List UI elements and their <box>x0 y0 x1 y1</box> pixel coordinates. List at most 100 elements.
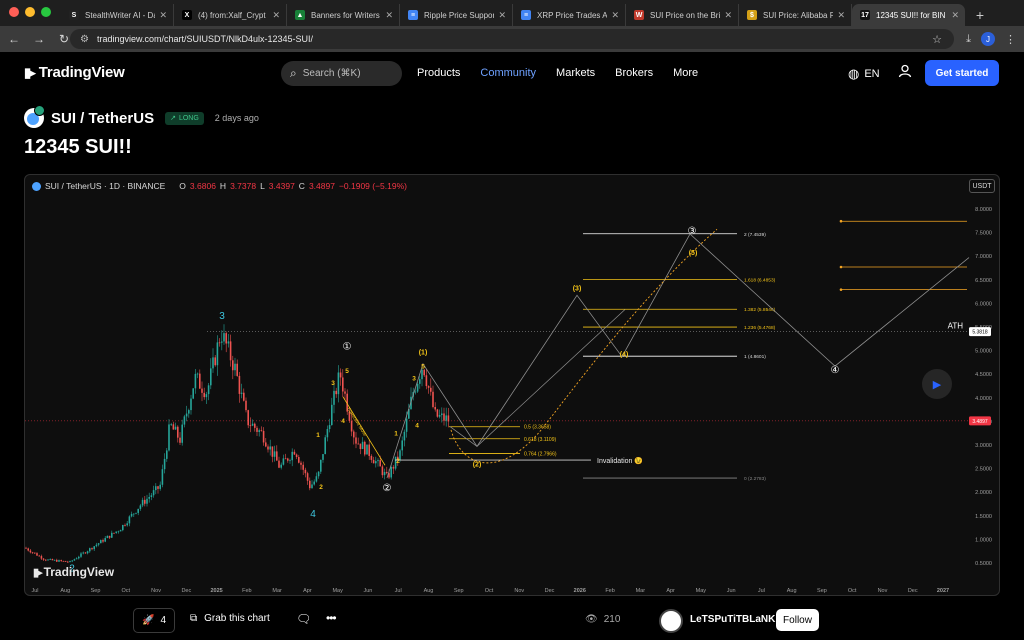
candle-body <box>414 391 417 393</box>
candle-body <box>185 413 188 417</box>
time-tick-label: Nov <box>514 588 524 594</box>
forward-icon[interactable]: → <box>28 28 50 50</box>
candle-body <box>427 386 430 388</box>
nav-item-community[interactable]: Community <box>480 67 536 79</box>
candle-body <box>221 341 223 343</box>
browser-tab[interactable]: ≡ Ripple Price Suppor ✕ <box>400 4 513 26</box>
candle-body <box>152 490 155 496</box>
ath-label: ATH <box>948 322 964 331</box>
nav-item-products[interactable]: Products <box>417 67 460 79</box>
candle-body <box>82 552 84 554</box>
candle-body <box>271 446 274 457</box>
nav-item-more[interactable]: More <box>673 67 698 79</box>
author-name[interactable]: LeTSPuTiTBLaNK <box>690 614 775 625</box>
currency-button[interactable]: USDT <box>969 179 995 193</box>
candle-body <box>117 531 120 533</box>
candle-body <box>379 460 381 467</box>
page: S StealthWriter AI - Da ✕ X (4) from:Xalf_Cr… <box>0 0 1024 640</box>
time-tick-label: Dec <box>908 588 918 594</box>
sui-usdt-icon[interactable] <box>24 105 45 128</box>
url-field[interactable]: ⚙ tradingview.com/chart/SUIUSDT/NlkD4ulx… <box>70 29 954 49</box>
nav-item-markets[interactable]: Markets <box>556 67 595 79</box>
candle-body <box>300 462 302 465</box>
pair-name-link[interactable]: SUI / TetherUS <box>51 110 154 127</box>
minimize-window-button[interactable] <box>25 7 35 17</box>
candle-body <box>315 476 318 482</box>
candle-body <box>89 548 91 552</box>
candle-body <box>251 423 254 426</box>
tab-favicon-icon: ≡ <box>521 10 531 20</box>
tab-close-icon[interactable]: ✕ <box>159 10 167 21</box>
wave-label-yellow: 1 <box>316 432 320 439</box>
candle-body <box>71 560 73 562</box>
profile-avatar[interactable]: J <box>981 32 995 46</box>
posted-time: 2 days ago <box>214 113 259 123</box>
projection-curve <box>450 228 718 464</box>
browser-tab[interactable]: ≡ XRP Price Trades Ab ✕ <box>513 4 626 26</box>
browser-tab[interactable]: S StealthWriter AI - Da ✕ <box>61 4 174 26</box>
target-level-dot <box>839 288 843 291</box>
time-tick-label: Jul <box>395 588 402 594</box>
site-info-icon[interactable]: ⚙ <box>80 34 89 45</box>
author-avatar[interactable] <box>659 609 683 633</box>
tab-close-icon[interactable]: ✕ <box>498 10 506 21</box>
tab-close-icon[interactable]: ✕ <box>951 10 959 21</box>
tab-close-icon[interactable]: ✕ <box>724 10 732 21</box>
nav-item-brokers[interactable]: Brokers <box>615 67 653 79</box>
tab-close-icon[interactable]: ✕ <box>611 10 619 21</box>
browser-menu-icon[interactable]: ⋮ <box>1005 33 1016 46</box>
download-icon[interactable]: ⤓ <box>966 33 971 46</box>
play-replay-button[interactable]: ▶ <box>922 369 952 399</box>
candle-body <box>240 392 243 394</box>
boost-button[interactable]: 🚀 4 <box>133 608 175 633</box>
tab-close-icon[interactable]: ✕ <box>272 10 280 21</box>
candle-body <box>181 424 183 443</box>
browser-tab[interactable]: 17 12345 SUI!! for BIN ✕ <box>852 4 965 26</box>
candle-body <box>383 471 386 476</box>
chart-canvas[interactable]: 8.00007.50007.00006.50006.00005.50005.00… <box>25 175 1000 596</box>
follow-button[interactable]: Follow <box>776 609 819 631</box>
candle-body <box>67 561 69 563</box>
language-selector[interactable]: ◍ EN <box>848 66 880 82</box>
user-icon[interactable] <box>898 64 912 81</box>
tab-close-icon[interactable]: ✕ <box>837 10 845 21</box>
candle-body <box>377 460 379 462</box>
tab-label: Banners for Writers <box>311 10 380 20</box>
candle-body <box>236 363 238 376</box>
wave-label-yellow: (5) <box>689 250 698 257</box>
tab-close-icon[interactable]: ✕ <box>385 10 393 21</box>
tab-label: Ripple Price Suppor <box>424 10 495 20</box>
browser-tab[interactable]: ▲ Banners for Writers ✕ <box>287 4 400 26</box>
candle-body <box>262 430 265 443</box>
sui-legend-icon <box>32 181 41 191</box>
candle-body <box>304 469 307 474</box>
browser-tab[interactable]: W SUI Price on the Bri ✕ <box>626 4 739 26</box>
bookmark-star-icon[interactable]: ☆ <box>932 33 942 46</box>
chart-container[interactable]: 8.00007.50007.00006.50006.00005.50005.00… <box>24 174 1000 596</box>
more-options-icon[interactable]: ••• <box>326 611 337 625</box>
wave-label-yellow: 4 <box>415 422 419 429</box>
language-label: EN <box>864 68 880 80</box>
maximize-window-button[interactable] <box>41 7 51 17</box>
time-tick-label: 2027 <box>937 588 949 594</box>
candle-body <box>115 531 117 533</box>
browser-tab[interactable]: $ SUI Price: Alibaba P ✕ <box>739 4 852 26</box>
candle-body <box>247 410 249 426</box>
back-icon[interactable]: ← <box>3 28 25 50</box>
candle-body <box>64 561 67 562</box>
grab-chart-button[interactable]: ⧉ Grab this chart <box>190 613 270 624</box>
candle-body <box>190 398 192 411</box>
candle-body <box>278 460 280 468</box>
search-input[interactable]: ⌕ Search (⌘K) <box>281 61 402 86</box>
new-tab-button[interactable]: + <box>969 4 991 26</box>
candle-body <box>157 486 159 489</box>
candle-body <box>205 394 208 398</box>
close-window-button[interactable] <box>9 7 19 17</box>
get-started-button[interactable]: Get started <box>925 60 999 86</box>
comment-icon[interactable]: 🗨 <box>296 612 311 626</box>
browser-tab[interactable]: X (4) from:Xalf_Crypt ✕ <box>174 4 287 26</box>
tradingview-logo[interactable]: ▮▸ TradingView <box>24 64 125 81</box>
candle-body <box>298 457 300 463</box>
candle-body <box>58 560 60 562</box>
tv-logo-icon: ▮▸ <box>24 64 36 80</box>
